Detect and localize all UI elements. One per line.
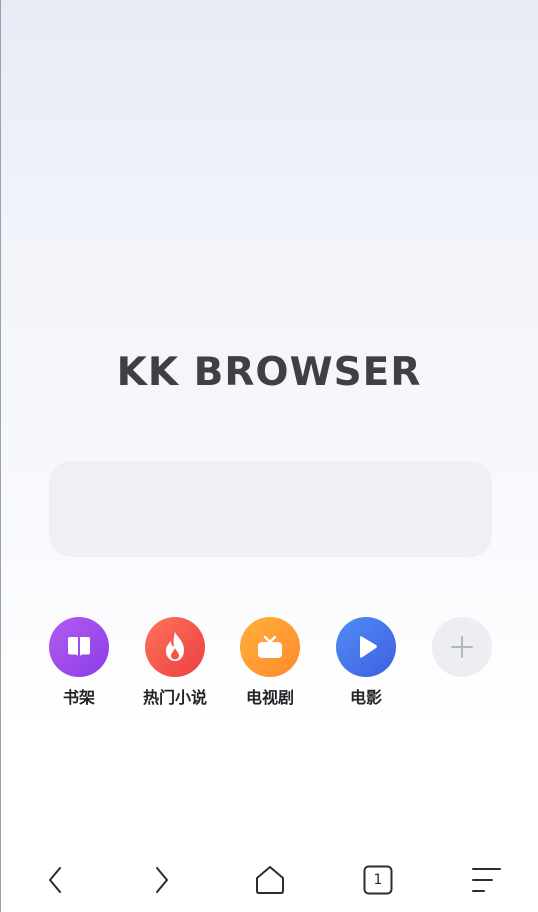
browser-logo: KK BROWSER <box>116 350 422 395</box>
back-button[interactable] <box>28 852 84 908</box>
tv-icon <box>240 617 300 677</box>
shortcut-label: 书架 <box>62 688 95 707</box>
tabs-button[interactable]: 1 <box>350 852 406 908</box>
shortcut-movies[interactable]: 电影 <box>318 617 414 708</box>
shortcut-label: 电影 <box>349 688 382 707</box>
forward-icon <box>156 867 168 893</box>
back-icon <box>49 867 61 893</box>
flame-icon <box>145 617 205 677</box>
shortcut-hot-novels[interactable]: 热门小说 <box>127 617 223 708</box>
menu-icon <box>472 868 501 892</box>
shortcut-tv-series[interactable]: 电视剧 <box>222 617 318 708</box>
play-icon <box>336 617 396 677</box>
add-shortcut-button[interactable] <box>414 617 510 677</box>
shortcut-bookshelf[interactable]: 书架 <box>31 617 127 708</box>
shortcut-label: 热门小说 <box>142 688 207 707</box>
home-button[interactable] <box>242 852 298 908</box>
menu-button[interactable] <box>458 852 514 908</box>
home-icon <box>256 866 284 894</box>
bottom-toolbar: 1 <box>0 852 538 908</box>
window-edge <box>0 0 1 912</box>
shortcut-label: 电视剧 <box>245 688 294 707</box>
shortcut-grid: 书架 热门小说 电视剧 电影 <box>0 617 538 717</box>
tab-count: 1 <box>373 872 383 888</box>
forward-button[interactable] <box>133 852 189 908</box>
plus-icon <box>432 617 492 677</box>
tabs-icon: 1 <box>363 865 393 895</box>
book-icon <box>49 617 109 677</box>
search-input[interactable] <box>49 461 492 557</box>
